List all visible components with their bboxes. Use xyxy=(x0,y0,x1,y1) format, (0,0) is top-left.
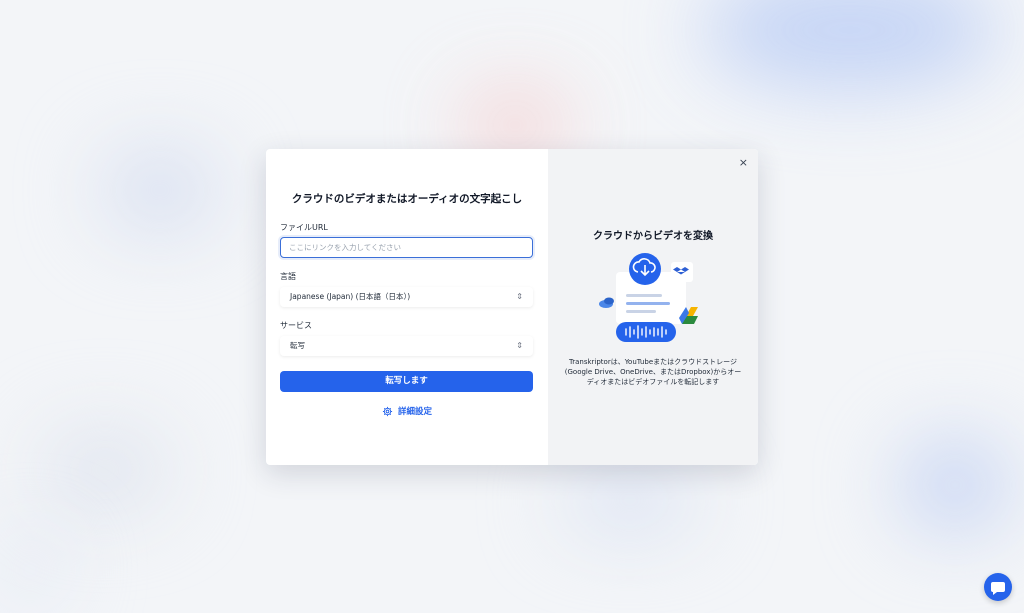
service-label: サービス xyxy=(280,321,312,330)
language-select[interactable]: Japanese (Japan) (日本語（日本）) ⇕ xyxy=(280,287,533,307)
chat-support-button[interactable] xyxy=(984,573,1012,601)
transcribe-cloud-modal: クラウドのビデオまたはオーディオの文字起こし ファイルURL ここにリンクを入力… xyxy=(266,149,758,465)
file-url-label: ファイルURL xyxy=(280,223,328,232)
service-select[interactable]: 転写 ⇕ xyxy=(280,336,533,356)
info-description: Transkriptorは、YouTubeまたはクラウドストレージ(Google… xyxy=(564,358,742,386)
language-label: 言語 xyxy=(280,272,296,281)
select-caret-icon: ⇕ xyxy=(516,341,523,350)
language-value: Japanese (Japan) (日本語（日本）) xyxy=(290,292,411,301)
info-title: クラウドからビデオを変換 xyxy=(593,231,713,242)
service-value: 転写 xyxy=(290,341,305,350)
advanced-settings-link[interactable]: 詳細設定 xyxy=(266,405,548,417)
file-url-input[interactable]: ここにリンクを入力してください xyxy=(280,237,533,258)
form-panel: クラウドのビデオまたはオーディオの文字起こし ファイルURL ここにリンクを入力… xyxy=(266,149,548,465)
info-panel: × クラウドからビデオを変換 Transkriptorは、YouTubeまたはク… xyxy=(548,149,758,465)
close-icon[interactable]: × xyxy=(739,156,748,169)
form-title: クラウドのビデオまたはオーディオの文字起こし xyxy=(291,193,523,205)
cloud-transcription-illustration xyxy=(599,253,698,342)
select-caret-icon: ⇕ xyxy=(516,292,523,301)
transcribe-button[interactable]: 転写します xyxy=(280,371,533,392)
gear-icon xyxy=(382,406,393,416)
advanced-settings-label: 詳細設定 xyxy=(397,407,432,417)
chat-bubble-icon xyxy=(991,582,1005,595)
